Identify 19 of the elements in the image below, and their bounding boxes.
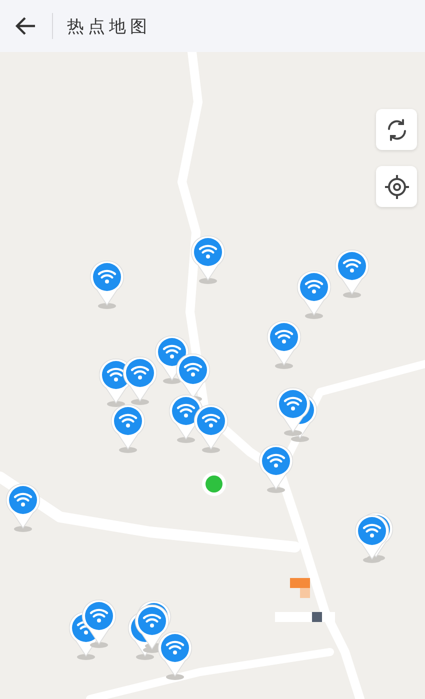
wifi-pin-icon[interactable] <box>111 404 145 454</box>
wifi-pin-icon[interactable] <box>123 356 157 406</box>
wifi-pin-icon[interactable] <box>194 404 228 454</box>
page-title: 热点地图 <box>67 16 151 38</box>
wifi-pin-icon[interactable] <box>6 483 40 533</box>
wifi-pin-icon[interactable] <box>335 249 369 299</box>
wifi-pin-icon[interactable] <box>191 235 225 285</box>
wifi-pin-cluster-icon[interactable] <box>69 599 116 661</box>
wifi-pin-cluster-icon[interactable] <box>128 600 192 681</box>
wifi-pin-cluster-icon[interactable] <box>355 512 393 564</box>
refresh-button[interactable] <box>376 109 417 150</box>
crosshair-icon <box>384 174 410 200</box>
wifi-pin-icon[interactable] <box>267 320 301 370</box>
wifi-pin-icon[interactable] <box>90 260 124 310</box>
wifi-pin-icon[interactable] <box>297 270 331 320</box>
locate-button[interactable] <box>376 166 417 207</box>
wifi-pin-icon[interactable] <box>259 444 293 494</box>
wifi-pin-cluster-icon[interactable] <box>276 387 317 443</box>
location-dot-icon <box>201 471 227 497</box>
